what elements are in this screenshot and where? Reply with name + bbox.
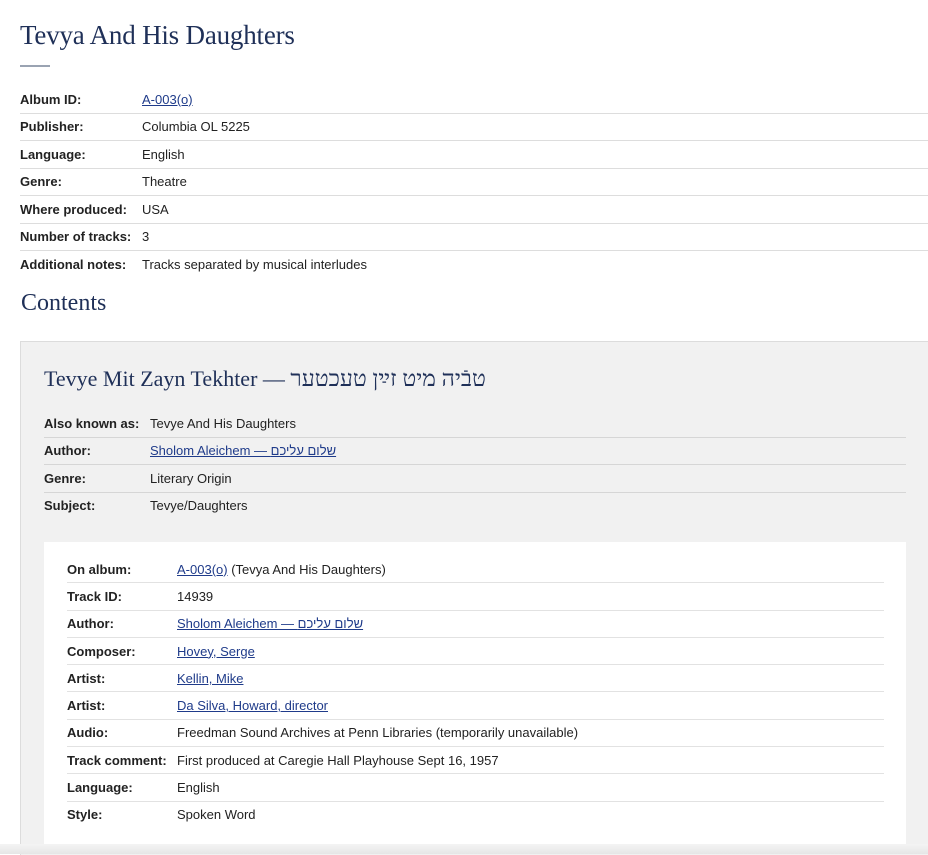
track-info-table: On album: A-003(o) (Tevya And His Daught… — [67, 556, 884, 828]
field-label: Track ID: — [67, 582, 177, 611]
field-label: Genre: — [20, 168, 142, 196]
field-label: Style: — [67, 807, 103, 823]
field-value: Hovey, Serge — [177, 637, 884, 666]
field-label: Track comment: — [67, 746, 177, 775]
track-row-artist: Artist: Kellin, Mike — [67, 664, 884, 693]
work-info-table: Also known as: Tevye And His Daughters A… — [44, 410, 906, 519]
field-value: Theatre — [142, 168, 928, 196]
field-label: Where produced: — [20, 195, 142, 224]
field-value: Spoken Word — [177, 807, 256, 823]
info-row-publisher: Publisher: Columbia OL 5225 — [20, 113, 928, 141]
track-author-link[interactable]: Sholom Aleichem — שלום עליכם — [177, 616, 363, 631]
info-row-additional-notes: Additional notes: Tracks separated by mu… — [20, 251, 928, 278]
info-row-genre: Genre: Theatre — [20, 168, 928, 196]
field-label: On album: — [67, 556, 177, 584]
field-value: A-003(o) — [142, 86, 928, 114]
page-title: Tevya And His Daughters — [20, 20, 295, 50]
composer-link[interactable]: Hovey, Serge — [177, 644, 255, 659]
track-row-style: Style: Spoken Word — [67, 801, 884, 828]
contents-heading: Contents — [21, 290, 107, 316]
field-value: Tracks separated by musical interludes — [142, 256, 367, 272]
field-value: English — [177, 773, 884, 802]
field-value: Literary Origin — [150, 464, 906, 493]
work-row-genre: Genre: Literary Origin — [44, 464, 906, 493]
field-value: Columbia OL 5225 — [142, 113, 928, 141]
track-row-composer: Composer: Hovey, Serge — [67, 637, 884, 666]
field-label: Additional notes: — [20, 256, 127, 272]
info-row-album-id: Album ID: A-003(o) — [20, 86, 928, 114]
field-label: Subject: — [44, 498, 96, 514]
track-row-track-id: Track ID: 14939 — [67, 582, 884, 611]
field-value: 3 — [142, 223, 928, 251]
track-row-author: Author: Sholom Aleichem — שלום עליכם — [67, 610, 884, 638]
title-divider — [20, 65, 50, 67]
field-value: English — [142, 140, 928, 169]
field-label: Genre: — [44, 464, 150, 493]
work-row-author: Author: Sholom Aleichem — שלום עליכם — [44, 437, 906, 465]
field-label: Artist: — [67, 664, 177, 693]
artist-link[interactable]: Da Silva, Howard, director — [177, 698, 328, 713]
field-label: Author: — [44, 437, 150, 465]
track-row-track-comment: Track comment: First produced at Caregie… — [67, 746, 884, 775]
track-row-on-album: On album: A-003(o) (Tevya And His Daught… — [67, 556, 884, 584]
field-label: Audio: — [67, 719, 177, 748]
field-label: Composer: — [67, 637, 177, 666]
info-row-number-of-tracks: Number of tracks: 3 — [20, 223, 928, 251]
field-value: Sholom Aleichem — שלום עליכם — [150, 437, 906, 465]
work-title-hebrew: טבֿיה מיט זײַן טעכטער — [290, 366, 486, 391]
info-row-language: Language: English — [20, 140, 928, 169]
field-value: 14939 — [177, 582, 884, 611]
album-info-table: Album ID: A-003(o) Publisher: Columbia O… — [20, 86, 928, 278]
work-title-separator: — — [257, 366, 291, 391]
field-value: USA — [142, 195, 928, 224]
field-value: Kellin, Mike — [177, 664, 884, 693]
field-value: Freedman Sound Archives at Penn Librarie… — [177, 719, 884, 748]
field-value: A-003(o) (Tevya And His Daughters) — [177, 556, 884, 584]
field-label: Artist: — [67, 691, 177, 720]
artist-link[interactable]: Kellin, Mike — [177, 671, 243, 686]
field-value: Sholom Aleichem — שלום עליכם — [177, 610, 884, 638]
work-title-latin: Tevye Mit Zayn Tekhter — [44, 366, 258, 391]
info-row-where-produced: Where produced: USA — [20, 195, 928, 224]
bottom-shade — [0, 844, 928, 854]
work-panel: Tevye Mit Zayn Tekhter — טבֿיה מיט זײַן … — [20, 341, 928, 855]
field-value: Tevye/Daughters — [150, 498, 248, 514]
field-value: Da Silva, Howard, director — [177, 691, 884, 720]
field-label: Language: — [20, 140, 142, 169]
work-title: Tevye Mit Zayn Tekhter — טבֿיה מיט זײַן … — [44, 366, 486, 392]
field-label: Album ID: — [20, 86, 142, 114]
work-row-also-known-as: Also known as: Tevye And His Daughters — [44, 410, 906, 438]
field-value: Tevye And His Daughters — [150, 410, 906, 438]
field-label: Author: — [67, 610, 177, 638]
album-id-link[interactable]: A-003(o) — [142, 92, 193, 107]
track-row-language: Language: English — [67, 773, 884, 802]
track-row-artist: Artist: Da Silva, Howard, director — [67, 691, 884, 720]
on-album-link[interactable]: A-003(o) — [177, 562, 228, 577]
work-author-link[interactable]: Sholom Aleichem — שלום עליכם — [150, 443, 336, 458]
work-row-subject: Subject: Tevye/Daughters — [44, 492, 906, 519]
field-label: Number of tracks: — [20, 223, 142, 251]
track-row-audio: Audio: Freedman Sound Archives at Penn L… — [67, 719, 884, 748]
field-label: Also known as: — [44, 410, 150, 438]
on-album-title: (Tevya And His Daughters) — [227, 561, 386, 577]
field-value: First produced at Caregie Hall Playhouse… — [177, 746, 884, 775]
field-label: Language: — [67, 773, 177, 802]
field-label: Publisher: — [20, 113, 142, 141]
track-card: On album: A-003(o) (Tevya And His Daught… — [44, 542, 906, 847]
